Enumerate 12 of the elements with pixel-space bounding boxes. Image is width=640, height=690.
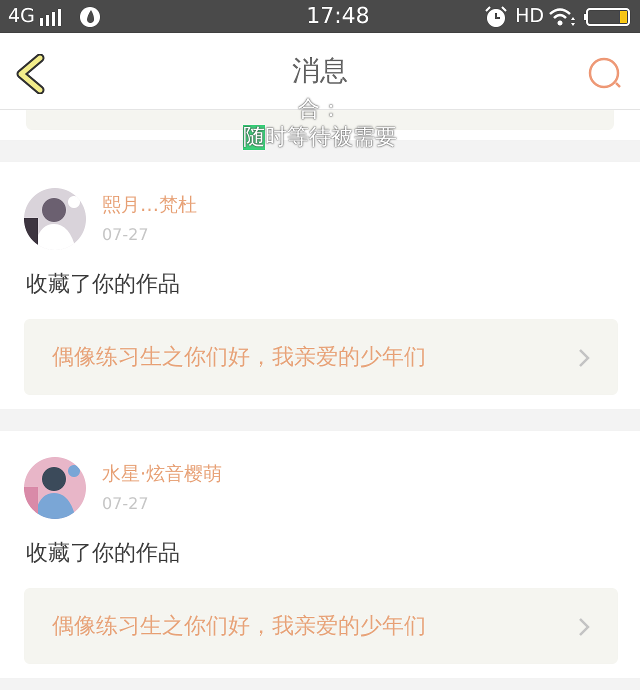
activity-text: 收藏了你的作品 xyxy=(26,271,181,299)
subtitle-line: 合： xyxy=(298,96,342,124)
work-link[interactable]: 偶像练习生之你们好，我亲爱的少年们 xyxy=(24,319,618,395)
activity-text: 收藏了你的作品 xyxy=(26,540,181,568)
hd-label: HD xyxy=(515,4,544,30)
subtitle-line: 随时等待被需要 xyxy=(243,124,397,151)
page-title: 消息 xyxy=(292,53,348,89)
network-label: 4G xyxy=(8,4,35,30)
user-name[interactable]: 水星·炫音樱萌 xyxy=(102,460,222,488)
clock-time: 17:48 xyxy=(305,3,370,31)
user-name[interactable]: 熙月…梵杜 xyxy=(102,190,197,220)
work-link[interactable]: 偶像练习生之你们好，我亲爱的少年们 xyxy=(24,588,618,664)
